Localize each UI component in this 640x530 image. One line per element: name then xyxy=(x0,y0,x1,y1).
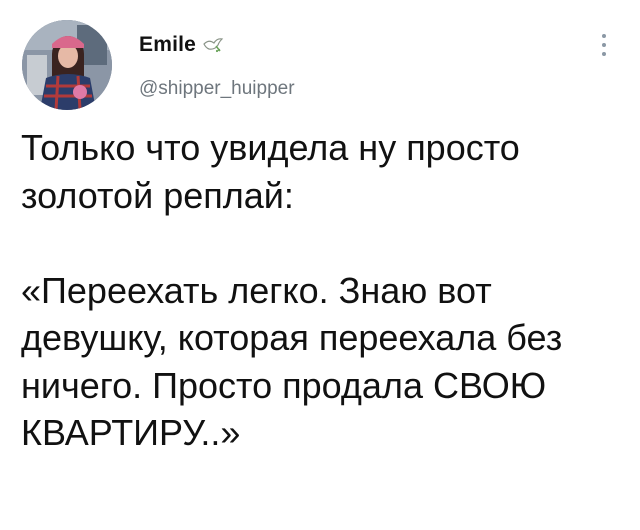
dove-of-peace-icon xyxy=(202,35,224,55)
author-name-row: Emile xyxy=(139,32,224,58)
author-name[interactable]: Emile xyxy=(139,33,196,57)
tweet-text: Только что увидела ну просто золотой реп… xyxy=(21,127,563,453)
author-handle[interactable]: @shipper_huipper xyxy=(139,78,295,100)
more-vertical-icon[interactable] xyxy=(597,34,611,62)
tweet-card: Emile @shipper_huipper Только что увидел… xyxy=(0,0,640,530)
avatar[interactable] xyxy=(22,20,112,110)
